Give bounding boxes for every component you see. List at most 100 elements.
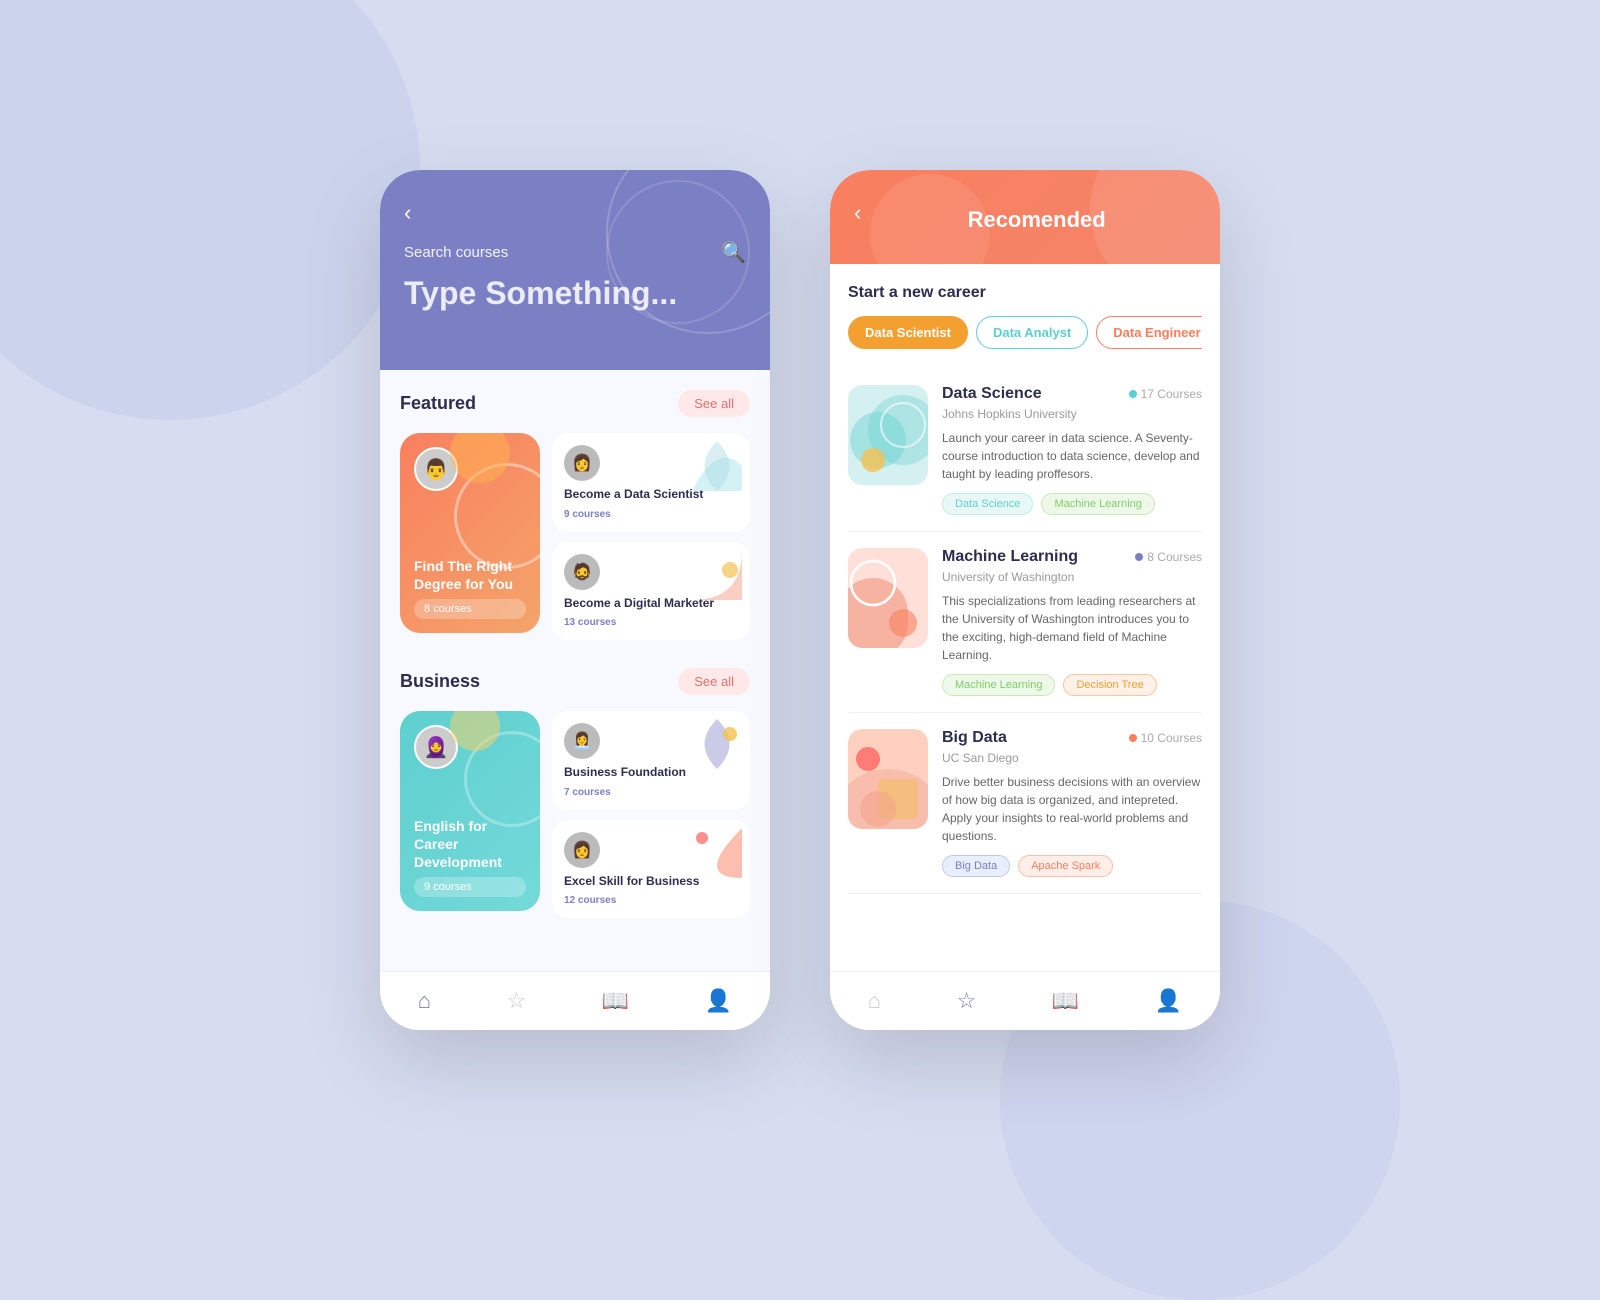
small-card-courses-1: 13 courses — [564, 617, 738, 628]
course-university-ml: University of Washington — [942, 570, 1202, 584]
business-small-avatar-0: 👩‍💼 — [564, 723, 600, 759]
business-title: Business — [400, 671, 480, 692]
thumb-svg-ds — [848, 385, 928, 485]
course-thumbnail-ds — [848, 385, 928, 485]
course-info-bd: Big Data 10 Courses UC San Diego Drive b… — [942, 729, 1202, 877]
small-card-deco-0 — [692, 441, 742, 491]
tag-apache-spark[interactable]: Apache Spark — [1018, 855, 1113, 877]
chip-data-scientist[interactable]: Data Scientist — [848, 316, 968, 349]
phone1-bottom-nav: ⌂ ☆ 📖 👤 — [380, 971, 770, 1030]
course-tags-bd: Big Data Apache Spark — [942, 855, 1202, 877]
course-name-ds: Data Science — [942, 385, 1042, 403]
course-info-ds: Data Science 17 Courses Johns Hopkins Un… — [942, 385, 1202, 515]
course-thumbnail-ml — [848, 548, 928, 648]
course-thumbnail-bd — [848, 729, 928, 829]
phone2-bottom-nav: ⌂ ☆ 📖 👤 — [830, 971, 1220, 1030]
course-desc-bd: Drive better business decisions with an … — [942, 773, 1202, 845]
tag-data-science[interactable]: Data Science — [942, 493, 1033, 515]
phone1-body: Featured See all 👨 Find The Right Degree… — [380, 370, 770, 971]
featured-main-title: Find The Right Degree for You — [414, 557, 526, 593]
business-section-header: Business See all — [400, 668, 750, 695]
business-small-card-0[interactable]: 👩‍💼 Business Foundation 7 courses — [552, 711, 750, 810]
course-desc-ds: Launch your career in data science. A Se… — [942, 429, 1202, 483]
featured-cards: 👨 Find The Right Degree for You 8 course… — [400, 433, 750, 640]
featured-main-card[interactable]: 👨 Find The Right Degree for You 8 course… — [400, 433, 540, 633]
phone-search: ‹ Search courses 🔍 Type Something... Fea… — [380, 170, 770, 1030]
business-small-cards: 👩‍💼 Business Foundation 7 courses 👩 — [552, 711, 750, 918]
business-small-card-1[interactable]: 👩 Excel Skill for Business 12 courses — [552, 820, 750, 919]
nav2-favorites[interactable]: ☆ — [957, 988, 977, 1014]
tag-big-data[interactable]: Big Data — [942, 855, 1010, 877]
course-machine-learning[interactable]: Machine Learning 8 Courses University of… — [848, 532, 1202, 713]
business-cards: 🧕 English for Career Development 9 cours… — [400, 711, 750, 918]
tag-machine-learning-ds[interactable]: Machine Learning — [1041, 493, 1154, 515]
business-deco-1 — [692, 828, 742, 878]
nav2-home[interactable]: ⌂ — [868, 988, 881, 1014]
course-count-ml: 8 Courses — [1135, 550, 1202, 564]
course-tags-ml: Machine Learning Decision Tree — [942, 674, 1202, 696]
course-name-bd: Big Data — [942, 729, 1007, 747]
course-tags-ds: Data Science Machine Learning — [942, 493, 1202, 515]
small-card-avatar-0: 👩 — [564, 445, 600, 481]
nav-home[interactable]: ⌂ — [418, 988, 431, 1014]
tag-machine-learning[interactable]: Machine Learning — [942, 674, 1055, 696]
dot-bd — [1129, 734, 1137, 742]
course-university-bd: UC San Diego — [942, 751, 1202, 765]
small-card-deco-1 — [692, 550, 742, 600]
featured-section-header: Featured See all — [400, 390, 750, 417]
search-label: Search courses — [404, 244, 508, 261]
course-desc-ml: This specializations from leading resear… — [942, 592, 1202, 664]
course-name-row-ml: Machine Learning 8 Courses — [942, 548, 1202, 566]
small-card-avatar-1: 🧔 — [564, 554, 600, 590]
business-small-courses-0: 7 courses — [564, 787, 738, 798]
business-main-avatar: 🧕 — [414, 725, 458, 769]
tag-decision-tree[interactable]: Decision Tree — [1063, 674, 1156, 696]
business-main-card[interactable]: 🧕 English for Career Development 9 cours… — [400, 711, 540, 911]
course-count-ds: 17 Courses — [1129, 387, 1202, 401]
nav2-profile[interactable]: 👤 — [1155, 988, 1182, 1014]
course-info-ml: Machine Learning 8 Courses University of… — [942, 548, 1202, 696]
recommended-header: ‹ Recomended — [830, 170, 1220, 264]
course-university-ds: Johns Hopkins University — [942, 407, 1202, 421]
career-title: Start a new career — [848, 284, 1202, 302]
featured-title: Featured — [400, 393, 476, 414]
featured-see-all[interactable]: See all — [678, 390, 750, 417]
thumb-svg-bd — [848, 729, 928, 829]
business-see-all[interactable]: See all — [678, 668, 750, 695]
chip-data-analyst[interactable]: Data Analyst — [976, 316, 1088, 349]
thumb-svg-ml — [848, 548, 928, 648]
chip-data-engineer[interactable]: Data Engineer — [1096, 316, 1202, 349]
course-name-row-ds: Data Science 17 Courses — [942, 385, 1202, 403]
phones-container: ‹ Search courses 🔍 Type Something... Fea… — [380, 170, 1220, 1030]
business-small-courses-1: 12 courses — [564, 895, 738, 906]
back-button[interactable]: ‹ — [404, 200, 411, 226]
filter-chips: Data Scientist Data Analyst Data Enginee… — [848, 316, 1202, 349]
featured-small-card-0[interactable]: 👩 Become a Data Scientist 9 courses — [552, 433, 750, 532]
nav-profile[interactable]: 👤 — [705, 988, 732, 1014]
featured-small-card-1[interactable]: 🧔 Become a Digital Marketer 13 courses — [552, 542, 750, 641]
course-count-bd: 10 Courses — [1129, 731, 1202, 745]
phone-recommended: ‹ Recomended Start a new career Data Sci… — [830, 170, 1220, 1030]
nav-favorites[interactable]: ☆ — [507, 988, 527, 1014]
nav2-courses[interactable]: 📖 — [1052, 988, 1079, 1014]
recommended-back-button[interactable]: ‹ — [854, 200, 861, 226]
dot-ml — [1135, 553, 1143, 561]
featured-small-cards: 👩 Become a Data Scientist 9 courses 🧔 — [552, 433, 750, 640]
course-name-row-bd: Big Data 10 Courses — [942, 729, 1202, 747]
phone2-body: Start a new career Data Scientist Data A… — [830, 264, 1220, 971]
page-title: Recomended — [877, 207, 1196, 233]
featured-main-avatar: 👨 — [414, 447, 458, 491]
search-placeholder: Type Something... — [404, 275, 746, 312]
course-big-data[interactable]: Big Data 10 Courses UC San Diego Drive b… — [848, 713, 1202, 894]
business-main-courses: 9 courses — [414, 877, 526, 897]
business-main-title: English for Career Development — [414, 817, 526, 872]
small-card-courses-0: 9 courses — [564, 509, 738, 520]
search-header: ‹ Search courses 🔍 Type Something... — [380, 170, 770, 370]
featured-main-courses: 8 courses — [414, 599, 526, 619]
course-name-ml: Machine Learning — [942, 548, 1078, 566]
nav-courses[interactable]: 📖 — [602, 988, 629, 1014]
course-data-science[interactable]: Data Science 17 Courses Johns Hopkins Un… — [848, 369, 1202, 532]
business-deco-0 — [692, 719, 742, 769]
business-small-avatar-1: 👩 — [564, 832, 600, 868]
search-icon[interactable]: 🔍 — [721, 240, 746, 265]
